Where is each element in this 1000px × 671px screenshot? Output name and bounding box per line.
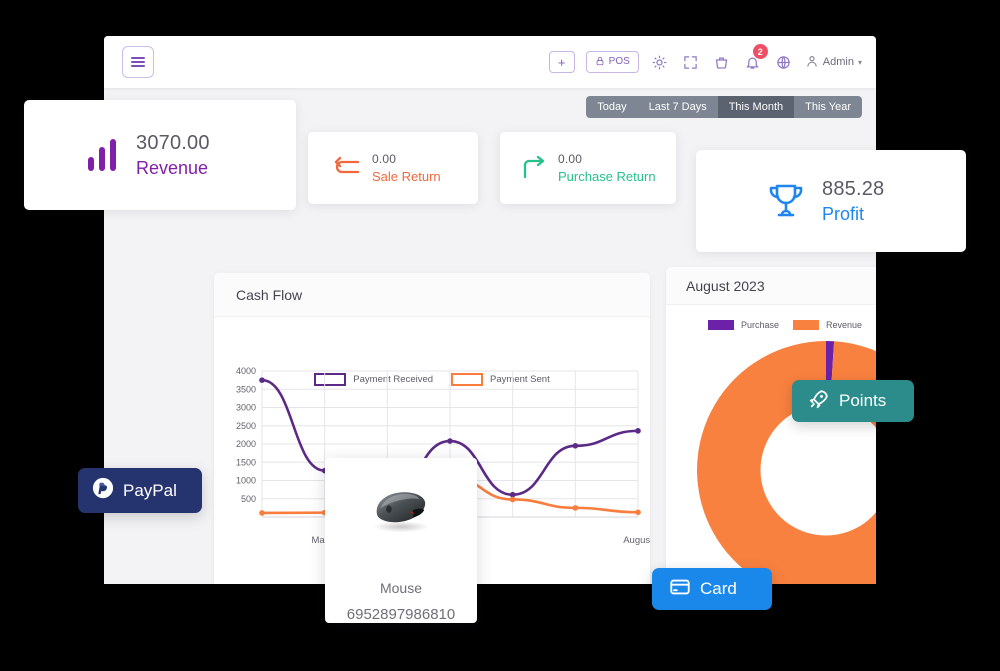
forward-arrow-icon [522,156,546,180]
donut-slice[interactable] [697,341,876,584]
stat-value: 885.28 [822,177,885,200]
bell-icon[interactable]: 2 [743,44,768,72]
stat-value: 0.00 [372,152,397,166]
stat-label: Profit [822,203,865,224]
lock-icon [595,56,605,69]
credit-card-icon [669,576,691,603]
date-range-filter[interactable]: Today Last 7 Days This Month This Year [586,96,862,118]
product-card[interactable]: Mouse 6952897986810 [325,458,477,623]
stat-card-profit[interactable]: 885.28 Profit [696,150,966,252]
user-menu[interactable]: Admin ▾ [805,54,862,71]
svg-text:500: 500 [241,494,256,504]
return-arrow-icon [334,156,360,180]
expand-icon[interactable] [681,52,701,72]
donut-chart-wrap [666,339,876,584]
stat-card-revenue[interactable]: 3070.00 Revenue [24,100,296,210]
date-filter-this-year[interactable]: This Year [794,96,862,118]
chevron-down-icon: ▾ [857,57,862,67]
date-filter-this-month[interactable]: This Month [717,96,795,118]
donut-chart-svg [697,341,876,584]
stat-card-purchase-return[interactable]: 0.00 Purchase Return [500,132,676,204]
basket-icon[interactable] [712,52,732,72]
donut-legend: PurchaseRevenueExpense [666,320,876,330]
svg-text:2000: 2000 [236,439,256,449]
product-code: 6952897986810 [346,606,456,623]
stat-label: Revenue [136,157,209,178]
legend-label: Purchase [740,320,779,330]
toolbar: + POS 2 Admin ▾ [548,36,862,88]
paypal-badge[interactable]: PayPal [78,468,202,513]
paypal-icon [92,477,114,504]
legend-swatch [792,320,819,330]
notification-badge: 2 [752,44,768,59]
user-icon [805,54,819,71]
legend-swatch [707,320,734,330]
svg-text:1500: 1500 [236,457,256,467]
add-button[interactable]: + [548,51,575,73]
pos-label: POS [608,56,630,67]
card-badge[interactable]: Card [652,568,772,610]
stat-value: 3070.00 [136,131,210,154]
stat-value: 0.00 [558,152,583,166]
cash-flow-title: Cash Flow [214,273,650,317]
date-filter-last-7-days[interactable]: Last 7 Days [638,96,718,118]
legend-item[interactable]: Purchase [707,320,779,330]
top-navbar: + POS 2 Admin ▾ [104,36,876,88]
monthly-summary-panel: August 2023 PurchaseRevenueExpense [666,267,876,584]
card-label: Card [700,579,737,598]
points-label: Points [839,391,887,410]
bar-chart-icon [86,139,120,171]
paypal-label: PayPal [123,480,177,500]
date-filter-today[interactable]: Today [586,96,637,118]
svg-text:3000: 3000 [236,403,256,413]
rocket-icon [808,388,830,415]
legend-label: Revenue [825,320,863,330]
x-axis-tick-label: August [623,535,650,546]
pos-button[interactable]: POS [585,51,639,73]
user-label: Admin [822,56,854,68]
stat-label: Sale Return [372,169,441,184]
legend-item[interactable]: Revenue [792,320,863,330]
computer-mouse-image [373,492,429,533]
donut-panel-title: August 2023 [666,267,876,305]
svg-text:2500: 2500 [236,421,256,431]
trophy-icon [766,182,806,220]
svg-text:1000: 1000 [236,476,256,486]
hamburger-icon[interactable] [122,46,154,78]
sun-icon[interactable] [650,52,670,72]
points-badge[interactable]: Points [792,380,914,422]
stat-card-sale-return[interactable]: 0.00 Sale Return [308,132,478,204]
screenshot-stage: + POS 2 Admin ▾ Today Last 7 Days This M… [0,0,1000,671]
product-name: Mouse [379,580,423,596]
svg-text:4000: 4000 [236,366,256,376]
globe-icon[interactable] [774,52,794,72]
stat-label: Purchase Return [558,169,656,184]
svg-text:3500: 3500 [236,384,256,394]
